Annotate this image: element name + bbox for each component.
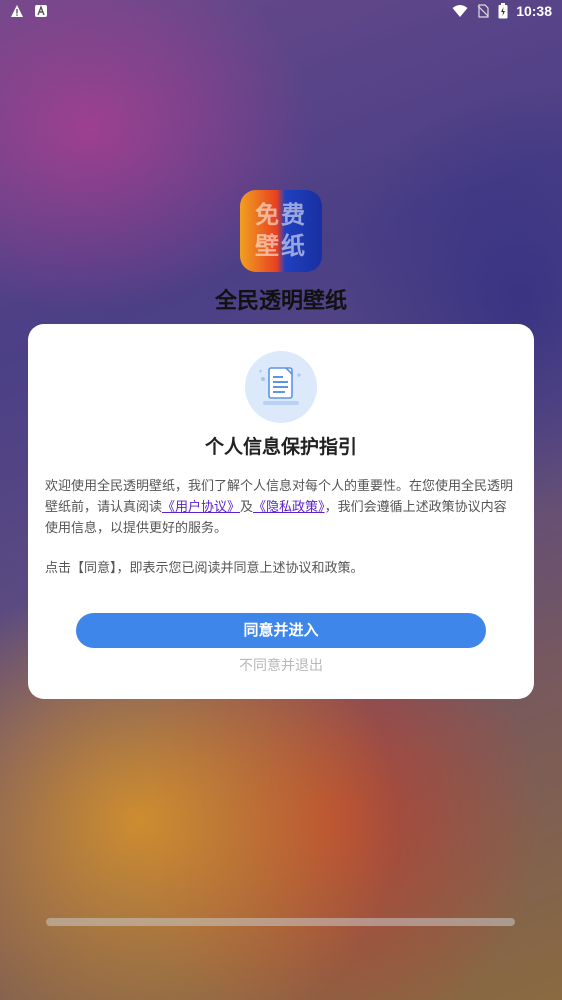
disagree-button[interactable]: 不同意并退出 <box>28 655 534 675</box>
body-conjunction: 及 <box>240 500 254 515</box>
user-agreement-link[interactable]: 《用户协议》 <box>162 500 240 515</box>
app-logo-icon: 免费 壁纸 <box>240 190 322 272</box>
dialog-note: 点击【同意】，即表示您已阅读并同意上述协议和政策。 <box>45 561 364 576</box>
app-a-icon <box>35 5 47 17</box>
privacy-policy-link[interactable]: 《隐私政策》 <box>253 500 325 515</box>
gesture-bar[interactable] <box>46 918 515 926</box>
no-sim-icon <box>477 4 489 18</box>
status-time: 10:38 <box>516 3 552 19</box>
app-name: 全民透明壁纸 <box>214 289 347 314</box>
dialog-title: 个人信息保护指引 <box>204 436 357 458</box>
battery-icon <box>498 3 508 19</box>
wifi-icon <box>452 5 468 17</box>
privacy-dialog: 个人信息保护指引 欢迎使用全民透明壁纸，我们了解个人信息对每个人的重要性。在您使… <box>28 324 534 699</box>
document-icon <box>245 351 317 423</box>
status-bar: 10:38 <box>0 0 562 26</box>
dialog-body: 欢迎使用全民透明壁纸，我们了解个人信息对每个人的重要性。在您使用全民透明壁纸前，… <box>45 476 519 539</box>
warning-icon <box>11 5 23 17</box>
app-logo-text: 免费 壁纸 <box>255 201 307 260</box>
agree-button[interactable]: 同意并进入 <box>76 613 486 648</box>
